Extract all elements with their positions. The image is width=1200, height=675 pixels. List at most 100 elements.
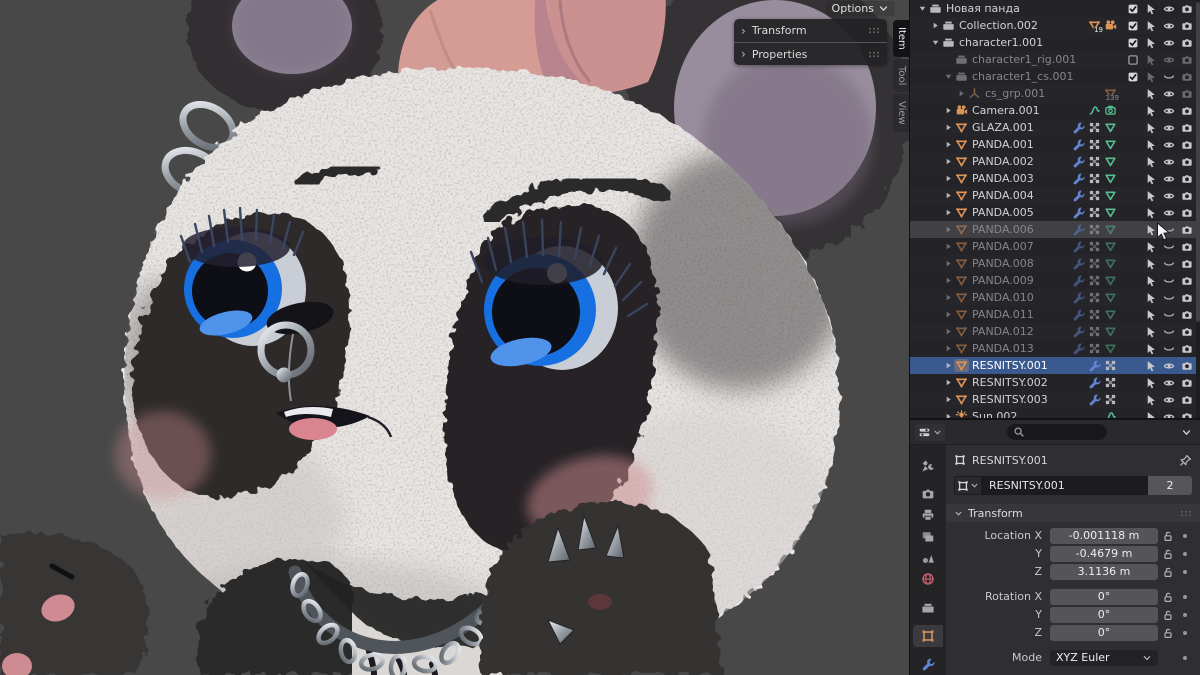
visibility-toggle[interactable] [1160,411,1178,421]
properties-tab-world[interactable] [913,569,943,590]
visibility-toggle[interactable] [1160,292,1178,304]
render-toggle[interactable] [1178,54,1196,66]
properties-tab-render[interactable] [913,483,943,504]
outliner-row[interactable]: Новая панда [910,0,1200,17]
selectable-toggle[interactable] [1142,122,1160,134]
outliner-row[interactable]: Camera.001 [910,102,1200,119]
outliner-row[interactable]: RESNITSY.002 [910,374,1200,391]
animate-dot[interactable] [1178,570,1192,574]
render-toggle[interactable] [1178,122,1196,134]
render-toggle[interactable] [1178,292,1196,304]
expand-right-icon[interactable] [942,106,954,115]
expand-right-icon[interactable] [929,21,941,30]
lock-open-icon[interactable] [1158,548,1178,560]
outliner-scrollbar[interactable] [1196,0,1200,418]
selectable-toggle[interactable] [1142,139,1160,151]
3d-viewport[interactable]: Options ›Transform›Properties ItemToolVi… [0,0,910,675]
render-toggle[interactable] [1178,20,1196,32]
render-toggle[interactable] [1178,394,1196,406]
properties-tab-object[interactable] [913,625,943,646]
render-toggle[interactable] [1178,173,1196,185]
render-toggle[interactable] [1178,275,1196,287]
lock-open-icon[interactable] [1158,609,1178,621]
visibility-toggle[interactable] [1160,309,1178,321]
visibility-toggle[interactable] [1160,343,1178,355]
datablock-users-button[interactable]: 2 [1148,476,1192,495]
lock-open-icon[interactable] [1158,566,1178,578]
expand-right-icon[interactable] [942,174,954,183]
properties-tab-scene[interactable] [913,547,943,568]
selectable-toggle[interactable] [1142,394,1160,406]
render-toggle[interactable] [1178,224,1196,236]
render-toggle[interactable] [1178,411,1196,421]
datablock-name-field[interactable]: RESNITSY.001 [982,476,1148,495]
outliner-row[interactable]: character1_cs.001 [910,68,1200,85]
selectable-toggle[interactable] [1142,309,1160,321]
outliner-row[interactable]: PANDA.011 [910,306,1200,323]
visibility-toggle[interactable] [1160,394,1178,406]
animate-dot[interactable] [1178,613,1192,617]
expand-down-icon[interactable] [929,38,941,47]
outliner-row[interactable]: PANDA.002 [910,153,1200,170]
selectable-toggle[interactable] [1142,173,1160,185]
expand-right-icon[interactable] [942,344,954,353]
visibility-toggle[interactable] [1160,241,1178,253]
number-field[interactable]: 3.1136 m [1050,564,1158,580]
render-toggle[interactable] [1178,71,1196,83]
render-toggle[interactable] [1178,207,1196,219]
n-panel-tab-view[interactable]: View [893,94,909,132]
render-toggle[interactable] [1178,88,1196,100]
checkbox-toggle[interactable] [1124,20,1142,32]
outliner-row[interactable]: PANDA.009 [910,272,1200,289]
expand-right-icon[interactable] [942,242,954,251]
expand-right-icon[interactable] [942,395,954,404]
properties-tab-viewlayer[interactable] [913,526,943,547]
outliner-row[interactable]: Sun.002 [910,408,1200,420]
visibility-toggle[interactable] [1160,139,1178,151]
visibility-toggle[interactable] [1160,377,1178,389]
render-toggle[interactable] [1178,37,1196,49]
visibility-toggle[interactable] [1160,326,1178,338]
visibility-toggle[interactable] [1160,173,1178,185]
animate-dot[interactable] [1178,631,1192,635]
visibility-toggle[interactable] [1160,54,1178,66]
visibility-toggle[interactable] [1160,37,1178,49]
selectable-toggle[interactable] [1142,190,1160,202]
number-field[interactable]: 0° [1050,625,1158,641]
expand-right-icon[interactable] [942,157,954,166]
outliner-row[interactable]: cs_grp.001139 [910,85,1200,102]
visibility-toggle[interactable] [1160,275,1178,287]
selectable-toggle[interactable] [1142,37,1160,49]
selectable-toggle[interactable] [1142,377,1160,389]
animate-dot[interactable] [1178,534,1192,538]
render-toggle[interactable] [1178,309,1196,321]
visibility-toggle[interactable] [1160,360,1178,372]
selectable-toggle[interactable] [1142,411,1160,421]
expand-right-icon[interactable] [942,225,954,234]
render-toggle[interactable] [1178,343,1196,355]
pin-icon[interactable] [1179,454,1192,467]
checkbox-toggle[interactable] [1124,37,1142,49]
number-field[interactable]: -0.001118 m [1050,528,1158,544]
render-toggle[interactable] [1178,139,1196,151]
n-panel-section-properties[interactable]: ›Properties [734,42,887,65]
checkbox-toggle[interactable] [1124,54,1142,66]
properties-tab-collection[interactable] [913,597,943,618]
render-toggle[interactable] [1178,326,1196,338]
pin-icon[interactable] [1179,454,1192,467]
render-toggle[interactable] [1178,105,1196,117]
selectable-toggle[interactable] [1142,71,1160,83]
render-toggle[interactable] [1178,156,1196,168]
number-field[interactable]: -0.4679 m [1050,546,1158,562]
expand-right-icon[interactable] [942,140,954,149]
render-toggle[interactable] [1178,241,1196,253]
expand-right-icon[interactable] [942,327,954,336]
render-toggle[interactable] [1178,258,1196,270]
lock-open-icon[interactable] [1158,591,1178,603]
editor-type-button[interactable] [915,424,945,441]
selectable-toggle[interactable] [1142,275,1160,287]
expand-right-icon[interactable] [942,310,954,319]
expand-down-icon[interactable] [942,72,954,81]
n-panel-tab-tool[interactable]: Tool [893,59,909,92]
outliner-row[interactable]: PANDA.001 [910,136,1200,153]
